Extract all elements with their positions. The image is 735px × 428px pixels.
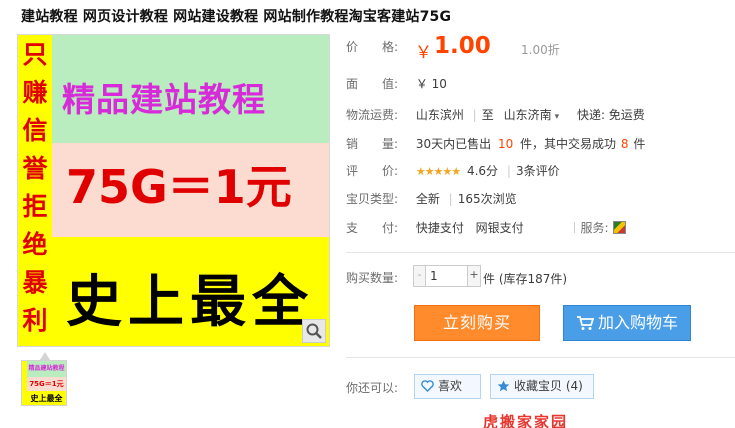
- quantity-minus-button[interactable]: -: [414, 266, 426, 286]
- sales-middle: 件，其中交易成功: [520, 137, 617, 151]
- also-can-row: 你还可以:: [346, 379, 412, 396]
- add-to-cart-label: 加入购物车: [597, 313, 678, 332]
- shipping-to-prefix: 至: [481, 108, 494, 122]
- thumb-line-2: 75G＝1元: [27, 377, 66, 391]
- price-discount: 1.00折: [521, 43, 560, 57]
- image-left-char: 誉: [22, 154, 48, 183]
- also-can-label: 你还可以:: [346, 381, 399, 395]
- image-left-char: 暴: [22, 268, 48, 297]
- heart-icon: [421, 380, 434, 392]
- image-left-column: 只 赚 信 誉 拒 绝 暴 利: [18, 35, 52, 346]
- item-type-row: 宝贝类型: 全新 | 165次浏览: [346, 190, 517, 207]
- thumbnail-pointer: [40, 352, 50, 360]
- sales-row: 销 量: 30天内已售出 10 件，其中交易成功 8 件: [346, 135, 645, 152]
- image-band-bottom-text: 史上最全: [66, 270, 314, 335]
- star-icon: [497, 380, 510, 392]
- quantity-plus-button[interactable]: +: [467, 266, 480, 286]
- payment-row: 支 付: 快捷支付 网银支付 服务:: [346, 219, 626, 236]
- sales-label: 销 量:: [346, 137, 399, 151]
- rating-row: 评 价: ★★★★★ 4.6分 | 3条评价: [346, 162, 560, 179]
- image-left-char: 拒: [22, 192, 48, 221]
- buy-now-button[interactable]: 立刻购买: [414, 305, 540, 341]
- payment-divider: [573, 222, 575, 233]
- shipping-express: 快递: 免运费: [576, 108, 645, 122]
- rating-divider: |: [506, 164, 511, 178]
- item-type-label: 宝贝类型:: [346, 192, 399, 206]
- item-views: 165次浏览: [457, 192, 517, 206]
- quantity-label: 购买数量:: [346, 271, 399, 285]
- favorite-label: 收藏宝贝 (4): [514, 379, 583, 393]
- image-left-char: 只: [22, 40, 48, 69]
- quantity-input[interactable]: 1: [426, 266, 468, 286]
- image-left-char: 信: [22, 116, 48, 145]
- stock-info: 件 (库存187件): [483, 272, 568, 286]
- quantity-stepper[interactable]: - 1 +: [413, 265, 481, 287]
- image-band-middle: 75G＝1元: [52, 143, 329, 237]
- sales-prefix: 30天内已售出: [415, 137, 492, 151]
- like-button[interactable]: 喜欢: [414, 374, 481, 399]
- rating-reviews-link[interactable]: 3条评价: [516, 164, 560, 178]
- shipping-from: 山东滨州: [415, 108, 464, 122]
- bottom-partial-text: 虎搬家家园: [483, 413, 569, 428]
- item-type-value: 全新: [415, 192, 440, 206]
- product-title: 建站教程 网页设计教程 网站建设教程 网站制作教程淘宝客建站75G: [21, 9, 452, 25]
- cart-icon: [576, 316, 594, 330]
- face-value-row: 面 值: ￥ 10: [346, 75, 447, 92]
- divider-line: [346, 357, 735, 358]
- sales-sold-count: 10: [497, 137, 514, 151]
- divider-line: [346, 252, 735, 253]
- image-band-bottom: 史上最全: [52, 237, 329, 346]
- image-left-char: 赚: [22, 78, 48, 107]
- service-label: 服务:: [580, 221, 609, 235]
- like-label: 喜欢: [438, 379, 463, 393]
- quantity-row: 购买数量:: [346, 269, 412, 286]
- favorite-button[interactable]: 收藏宝贝 (4): [490, 374, 594, 399]
- image-band-top-text: 精品建站教程: [62, 80, 266, 119]
- face-label: 面 值:: [346, 77, 399, 91]
- price-row: 价 格: ￥ 1.00 1.00折: [346, 33, 726, 63]
- item-type-divider: |: [448, 192, 453, 206]
- sales-suffix: 件: [633, 137, 646, 151]
- image-band-middle-text: 75G＝1元: [66, 160, 292, 214]
- image-left-char: 绝: [22, 230, 48, 259]
- shipping-divider: |: [472, 108, 477, 122]
- image-left-char: 利: [22, 306, 48, 335]
- product-thumbnail[interactable]: 精品建站教程 75G＝1元 史上最全: [21, 360, 67, 406]
- shipping-label: 物流运费:: [346, 108, 399, 122]
- payment-method-bank: 网银支付: [475, 221, 524, 235]
- rating-score: 4.6分: [466, 164, 499, 178]
- shipping-destination-select[interactable]: 山东济南 ▾: [504, 108, 560, 122]
- rating-label: 评 价:: [346, 164, 399, 178]
- price-value: 1.00: [434, 33, 491, 59]
- zoom-icon[interactable]: [302, 319, 326, 343]
- thumb-line-1: 精品建站教程: [27, 361, 66, 377]
- payment-label: 支 付:: [346, 221, 399, 235]
- rating-stars-icon: ★★★★★: [415, 165, 461, 178]
- chevron-down-icon: ▾: [554, 112, 560, 122]
- service-badge-icon[interactable]: [612, 221, 626, 234]
- add-to-cart-button[interactable]: 加入购物车: [563, 305, 691, 341]
- shipping-row: 物流运费: 山东滨州 | 至 山东济南 ▾ 快递: 免运费: [346, 106, 645, 123]
- image-band-top: 精品建站教程: [52, 35, 329, 143]
- face-value: ￥ 10: [415, 77, 447, 91]
- shipping-destination: 山东济南: [503, 108, 552, 122]
- payment-method-quick: 快捷支付: [415, 221, 464, 235]
- price-label: 价 格:: [346, 40, 399, 54]
- sales-success-count: 8: [620, 137, 629, 151]
- price-currency: ￥: [415, 43, 432, 63]
- product-main-image[interactable]: 只 赚 信 誉 拒 绝 暴 利 精品建站教程 75G＝1元 史上最全: [17, 34, 330, 347]
- thumb-line-3: 史上最全: [27, 391, 66, 405]
